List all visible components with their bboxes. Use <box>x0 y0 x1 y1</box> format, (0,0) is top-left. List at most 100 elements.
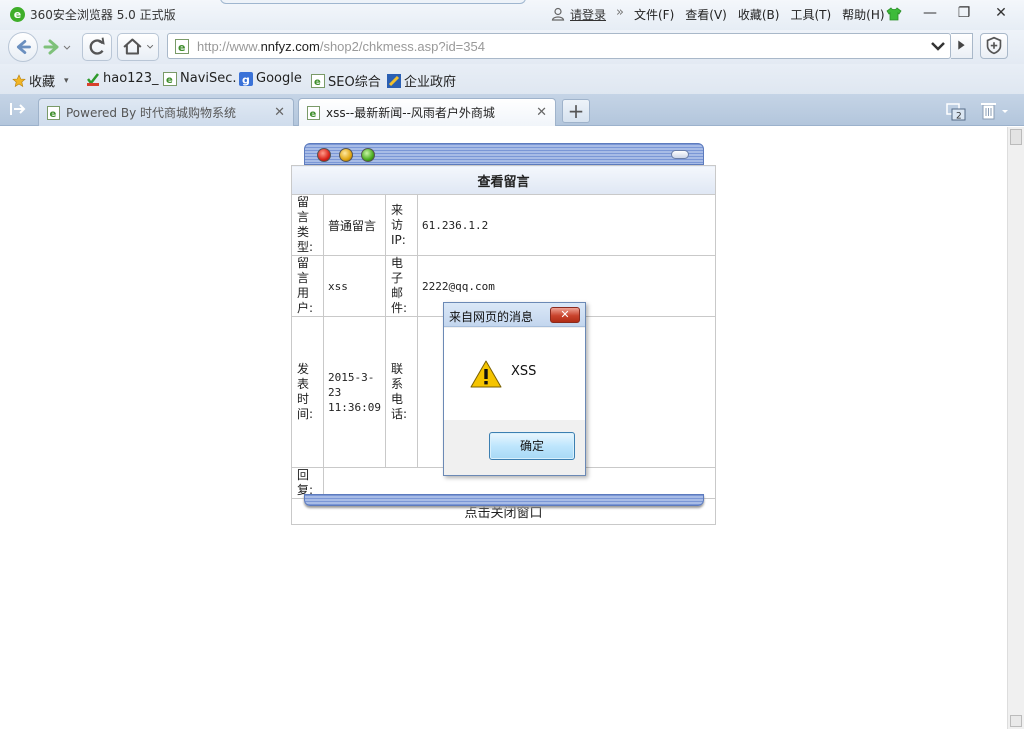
bookmark-navisec[interactable]: e NaviSec. <box>163 71 237 86</box>
bookmark-google[interactable]: g Google <box>239 71 302 86</box>
svg-text:e: e <box>50 109 57 120</box>
hao123-icon <box>87 72 99 86</box>
title-bar-decoration <box>220 0 526 4</box>
warning-icon <box>470 360 502 388</box>
favorites-label: 收藏 <box>29 75 56 90</box>
star-icon <box>12 73 26 87</box>
home-button[interactable] <box>117 33 159 61</box>
window-title: 360安全浏览器 5.0 正式版 <box>30 8 176 22</box>
maximize-button[interactable]: ❐ <box>946 2 982 24</box>
message-window-footer <box>304 494 704 506</box>
bookmarks-bar: 收藏 ▾ hao123_ e NaviSec. g Google e SEO综合… <box>0 64 1024 94</box>
bookmark-seo[interactable]: e SEO综合 <box>311 71 381 90</box>
svg-text:g: g <box>242 73 250 86</box>
tab-close-button[interactable]: ✕ <box>536 105 547 120</box>
favorites-menu[interactable]: 收藏 ▾ <box>12 71 69 90</box>
alert-title-bar: 来自网页的消息 ✕ <box>444 303 585 327</box>
visitor-ip-value: 61.236.1.2 <box>416 194 717 256</box>
bookmark-label: Google <box>256 71 302 86</box>
chevron-down-icon[interactable] <box>928 36 948 56</box>
page-e-icon: e <box>163 71 177 86</box>
vertical-scrollbar[interactable] <box>1007 127 1024 729</box>
bookmark-label: NaviSec. <box>180 71 237 86</box>
svg-text:e: e <box>178 41 185 54</box>
message-user-label: 留言用户: <box>291 255 324 317</box>
page-e-icon: e <box>47 105 60 120</box>
menu-favorites[interactable]: 收藏(B) <box>738 6 780 23</box>
forward-button[interactable] <box>42 37 72 57</box>
bookmark-hao123[interactable]: hao123_ <box>86 71 158 86</box>
trash-icon[interactable] <box>980 102 1008 120</box>
message-window-header <box>304 143 704 165</box>
home-icon <box>123 38 154 55</box>
menu-help[interactable]: 帮助(H) <box>842 6 884 23</box>
page-e-icon: e <box>307 105 320 120</box>
google-icon: g <box>239 71 253 86</box>
tab-label: Powered By 时代商城购物系统 <box>66 106 236 120</box>
back-button[interactable] <box>8 32 38 62</box>
arrow-right-icon <box>43 39 71 55</box>
svg-text:e: e <box>310 109 317 120</box>
favorites-dropdown-icon: ▾ <box>64 75 69 86</box>
tab-label: xss--最新新闻--风雨者户外商城 <box>326 106 495 120</box>
menu-bar: 文件(F) 查看(V) 收藏(B) 工具(T) 帮助(H) <box>634 6 885 23</box>
user-icon <box>551 7 565 21</box>
alert-body: XSS <box>444 328 585 420</box>
title-bar: e 360安全浏览器 5.0 正式版 请登录 » 文件(F) 查看(V) 收藏(… <box>0 0 1024 30</box>
post-time-label: 发表时间: <box>291 316 324 468</box>
security-shield-button[interactable] <box>980 33 1008 59</box>
phone-label: 联系电话: <box>384 316 418 468</box>
bookmark-label: 企业政府 <box>404 75 457 90</box>
tab-close-button[interactable]: ✕ <box>274 105 285 120</box>
navigation-bar: e http://www.nnfyz.com/shop2/chkmess.asp… <box>0 30 1024 64</box>
play-arrow-icon <box>958 40 965 50</box>
tab-xss-news[interactable]: e xss--最新新闻--风雨者户外商城 ✕ <box>298 98 556 126</box>
toolbar-pill-icon <box>671 150 689 159</box>
go-button[interactable] <box>951 33 973 59</box>
menu-tools[interactable]: 工具(T) <box>790 6 831 23</box>
message-title: 查看留言 <box>291 165 716 195</box>
alert-message: XSS <box>511 364 537 379</box>
menu-separator: » <box>616 5 624 20</box>
browser-logo-icon: e <box>10 7 25 22</box>
zoom-dot-icon[interactable] <box>361 148 375 162</box>
tab-bar: e Powered By 时代商城购物系统 ✕ e xss--最新新闻--风雨者… <box>0 94 1024 126</box>
message-user-value: xss <box>323 255 386 317</box>
refresh-button[interactable] <box>82 33 112 61</box>
arrow-left-icon <box>16 40 31 54</box>
skin-shirt-icon[interactable] <box>886 7 902 21</box>
minimize-button[interactable]: — <box>912 2 948 24</box>
refresh-icon <box>89 37 105 55</box>
table-row: 留言类型: 普通留言 来访IP: 61.236.1.2 <box>291 194 717 256</box>
bookmark-label: hao123_ <box>103 71 159 86</box>
address-bar[interactable]: e http://www.nnfyz.com/shop2/chkmess.asp… <box>167 33 951 59</box>
scrollbar-thumb[interactable] <box>1010 129 1022 145</box>
bookmark-label: SEO综合 <box>328 75 381 90</box>
enterprise-icon <box>387 73 401 88</box>
minimize-dot-icon[interactable] <box>339 148 353 162</box>
tab-powered-by[interactable]: e Powered By 时代商城购物系统 ✕ <box>38 98 294 126</box>
login-link[interactable]: 请登录 <box>570 6 606 23</box>
close-dot-icon[interactable] <box>317 148 331 162</box>
bookmark-enterprise[interactable]: 企业政府 <box>387 71 456 90</box>
tab-count: 2 <box>956 112 962 122</box>
url-text[interactable]: http://www.nnfyz.com/shop2/chkmess.asp?i… <box>197 39 485 54</box>
tab-count-icon[interactable]: 2 <box>946 103 966 121</box>
svg-text:e: e <box>166 75 173 86</box>
alert-dialog: 来自网页的消息 ✕ XSS 确定 <box>443 302 586 476</box>
post-time-value: 2015-3-23 11:36:09 <box>323 316 386 468</box>
svg-text:e: e <box>314 77 321 88</box>
ok-button[interactable]: 确定 <box>489 432 575 460</box>
shield-icon <box>986 36 1002 55</box>
page-e-icon: e <box>175 39 189 54</box>
scroll-down-arrow-icon[interactable] <box>1010 715 1022 727</box>
new-tab-button[interactable]: + <box>562 99 590 123</box>
alert-close-button[interactable]: ✕ <box>550 307 580 323</box>
close-window-button[interactable]: ✕ <box>983 2 1019 24</box>
menu-file[interactable]: 文件(F) <box>634 6 674 23</box>
menu-view[interactable]: 查看(V) <box>685 6 727 23</box>
email-label: 电子邮件: <box>384 255 418 317</box>
page-e-icon: e <box>311 73 325 88</box>
message-type-label: 留言类型: <box>291 194 324 256</box>
sidebar-toggle-icon[interactable] <box>10 102 26 116</box>
